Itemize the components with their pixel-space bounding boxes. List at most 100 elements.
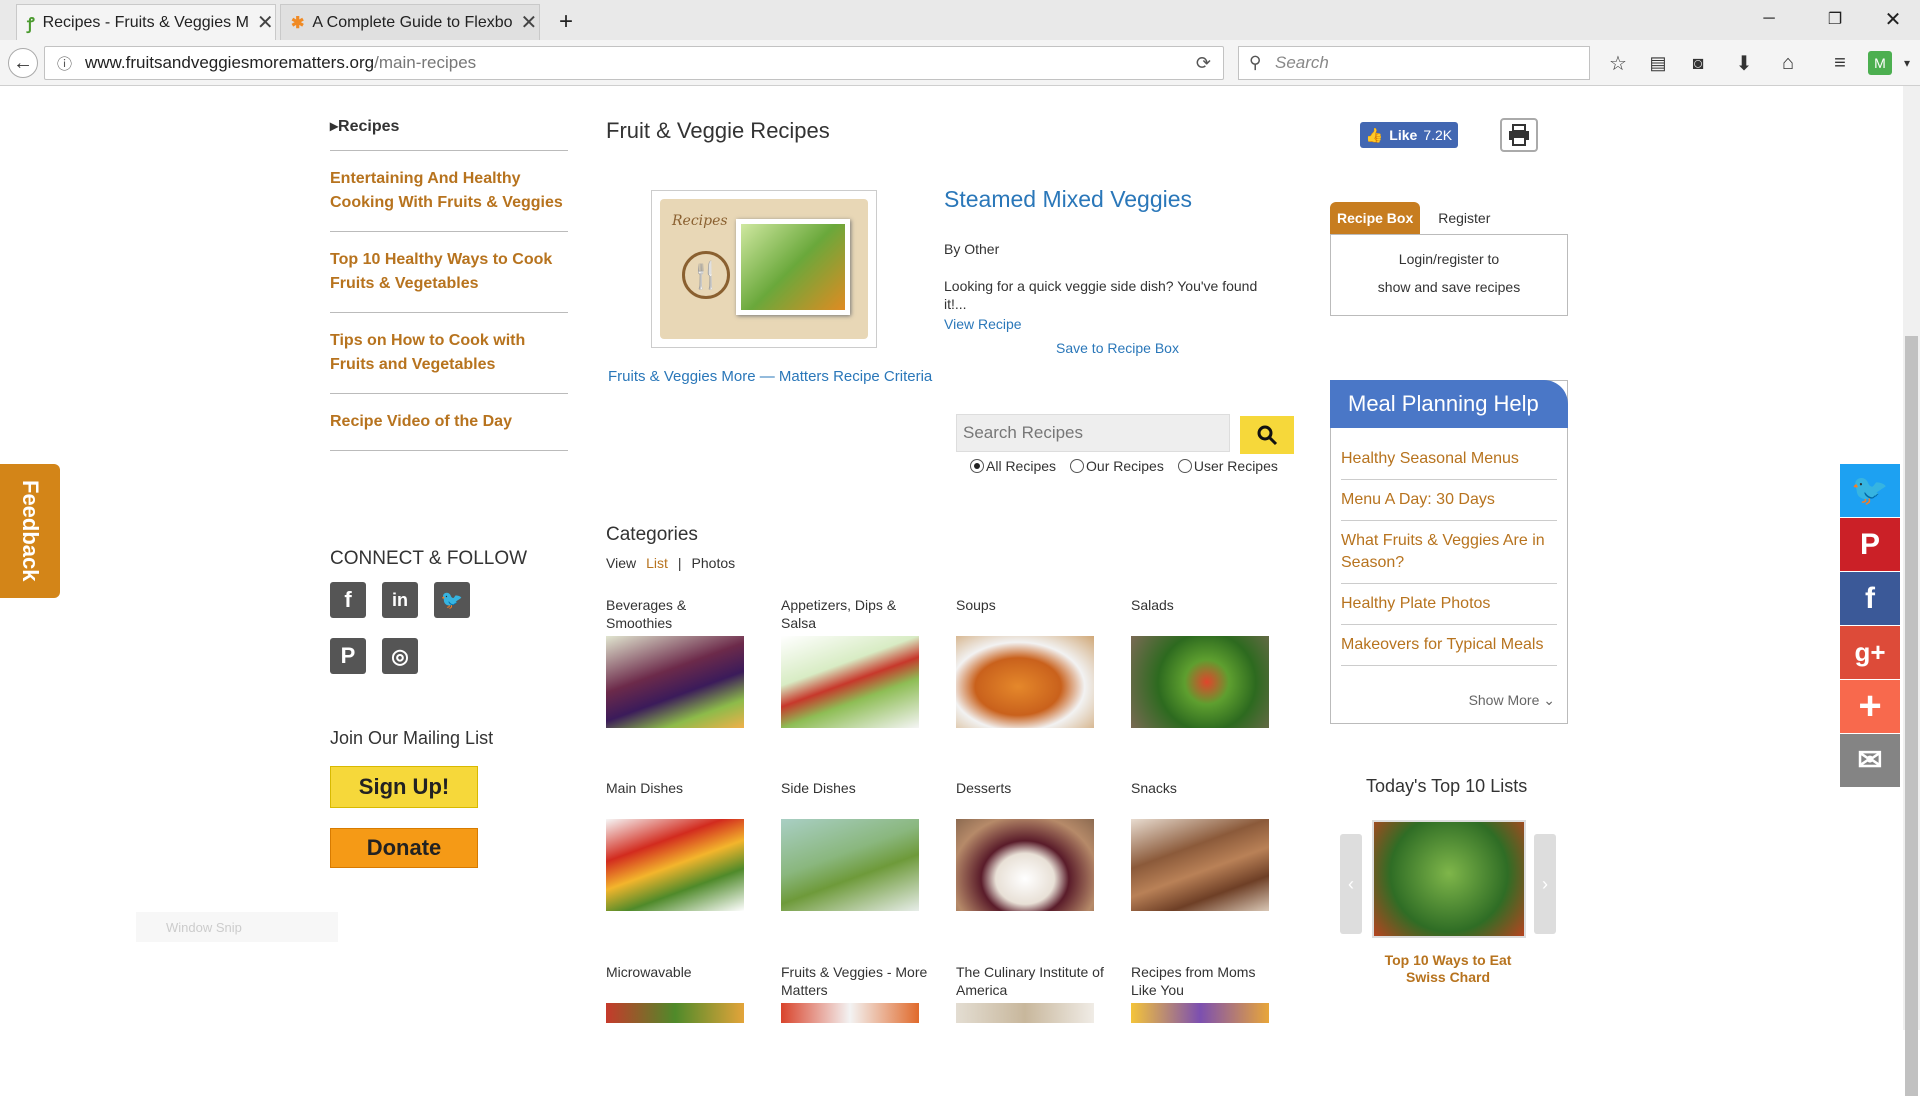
meal-planning-list: Healthy Seasonal Menus Menu A Day: 30 Da… [1341,439,1557,666]
reading-list-icon[interactable]: ▤ [1643,48,1673,78]
category-name: Fruits & Veggies - More Matters [781,964,928,998]
category-name: Side Dishes [781,780,856,796]
category-image [1131,819,1269,911]
pocket-icon[interactable]: ◙ [1683,48,1713,78]
nav-bar: ← ⓘ www.fruitsandveggiesmorematters.org /… [0,40,1920,86]
left-nav-item-top10[interactable]: Top 10 Healthy Ways to Cook Fruits & Veg… [330,232,568,313]
radio-label: User Recipes [1193,458,1278,474]
menu-icon[interactable]: ≡ [1825,48,1855,78]
bookmark-star-icon[interactable]: ☆ [1603,48,1633,78]
left-nav-item-entertaining[interactable]: Entertaining And Healthy Cooking With Fr… [330,151,568,232]
tab-flexbox[interactable]: ✱ A Complete Guide to Flexbo ✕ [280,4,540,40]
restore-icon[interactable]: ❐ [1812,4,1858,34]
category-culinary-institute[interactable]: The Culinary Institute of America [956,963,1106,1023]
url-bar[interactable]: ⓘ www.fruitsandveggiesmorematters.org/ma… [44,46,1224,80]
linkedin-icon[interactable]: in [382,582,418,618]
category-salads[interactable]: Salads [1131,596,1281,728]
share-twitter-icon[interactable]: 🐦 [1840,464,1900,518]
carousel-image[interactable] [1372,820,1526,938]
left-nav-head[interactable]: ▸Recipes [330,86,568,151]
meal-item-makeovers[interactable]: Makeovers for Typical Meals [1341,625,1557,666]
radio-user-recipes[interactable]: User Recipes [1177,458,1278,474]
save-to-recipe-box-link[interactable]: Save to Recipe Box [1056,340,1179,356]
category-name: Snacks [1131,780,1177,796]
category-main-dishes[interactable]: Main Dishes [606,779,756,911]
thumbs-up-icon: 👍 [1365,126,1384,143]
top10-caption[interactable]: Top 10 Ways to Eat Swiss Chard [1374,952,1522,986]
recipe-box-text-1[interactable]: Login/register to [1331,245,1567,273]
view-recipe-link[interactable]: View Recipe [944,316,1022,332]
extension-icon[interactable]: M [1868,51,1892,75]
category-name: Salads [1131,597,1174,613]
meal-item-plate-photos[interactable]: Healthy Plate Photos [1341,584,1557,625]
tab-recipe-box[interactable]: Recipe Box [1330,202,1421,234]
category-beverages[interactable]: Beverages & Smoothies [606,596,756,728]
facebook-icon[interactable]: f [330,582,366,618]
view-label: View [606,555,637,571]
print-button[interactable] [1500,118,1538,152]
recipe-criteria-link[interactable]: Fruits & Veggies More — Matters Recipe C… [608,368,932,385]
share-googleplus-icon[interactable]: g+ [1840,626,1900,680]
view-list-link[interactable]: List [646,555,668,571]
back-icon[interactable]: ← [8,48,38,78]
category-soups[interactable]: Soups [956,596,1106,728]
feedback-label: Feedback [18,480,43,582]
share-addthis-icon[interactable]: + [1840,680,1900,734]
feedback-tab[interactable]: Feedback [0,464,60,598]
instagram-icon[interactable]: ◎ [382,638,418,674]
url-path: /main-recipes [374,53,477,72]
pinterest-icon[interactable]: P [330,638,366,674]
category-appetizers[interactable]: Appetizers, Dips & Salsa [781,596,931,728]
meal-item-seasonal-menus[interactable]: Healthy Seasonal Menus [1341,439,1557,480]
radio-all-recipes[interactable]: All Recipes [970,458,1056,474]
meal-item-menu-a-day[interactable]: Menu A Day: 30 Days [1341,480,1557,521]
featured-recipe-image[interactable]: Recipes 🍴 [651,190,877,348]
show-more-button[interactable]: Show More ⌄ [1469,692,1555,709]
carousel-prev-icon[interactable]: ‹ [1340,834,1362,934]
share-pinterest-icon[interactable]: P [1840,518,1900,572]
share-email-icon[interactable]: ✉ [1840,734,1900,788]
close-tab-icon[interactable]: ✕ [257,10,274,35]
recipe-box-text-2[interactable]: show and save recipes [1331,273,1567,301]
category-name: Recipes from Moms Like You [1131,964,1256,998]
minimize-icon[interactable]: ─ [1746,4,1792,34]
close-window-icon[interactable]: ✕ [1870,4,1916,34]
search-icon: ⚲ [1249,53,1262,72]
category-microwavable[interactable]: Microwavable [606,963,756,1023]
twitter-icon[interactable]: 🐦 [434,582,470,618]
category-snacks[interactable]: Snacks [1131,779,1281,911]
facebook-like-button[interactable]: 👍 Like 7.2K [1360,122,1458,148]
close-tab-icon[interactable]: ✕ [521,10,538,35]
window-snip-overlay: Window Snip [136,912,338,942]
tab-recipes[interactable]: ꝭ Recipes - Fruits & Veggies M ✕ [16,4,276,40]
category-side-dishes[interactable]: Side Dishes [781,779,931,911]
category-desserts[interactable]: Desserts [956,779,1106,911]
chevron-down-icon[interactable]: ▾ [1892,48,1920,78]
category-moms[interactable]: Recipes from Moms Like You [1131,963,1281,1023]
meal-planning-head: Meal Planning Help [1330,380,1568,428]
carousel-next-icon[interactable]: › [1534,834,1556,934]
category-image [781,1003,919,1023]
left-nav-item-video[interactable]: Recipe Video of the Day [330,394,568,451]
meal-item-in-season[interactable]: What Fruits & Veggies Are in Season? [1341,521,1557,584]
radio-our-recipes[interactable]: Our Recipes [1070,458,1164,474]
browser-search-input[interactable]: ⚲ Search [1238,46,1590,80]
search-recipes-button[interactable] [1240,416,1294,454]
tab-register[interactable]: Register [1420,202,1497,234]
download-icon[interactable]: ⬇ [1729,48,1759,78]
left-nav-item-tips[interactable]: Tips on How to Cook with Fruits and Vege… [330,313,568,394]
new-tab-button[interactable]: + [546,4,586,40]
share-facebook-icon[interactable]: f [1840,572,1900,626]
donate-button[interactable]: Donate [330,828,478,868]
recipe-filter-radios: All Recipes Our Recipes User Recipes [970,458,1278,474]
category-name: Appetizers, Dips & Salsa [781,597,897,631]
category-fruits-veggies[interactable]: Fruits & Veggies - More Matters [781,963,931,1023]
info-icon[interactable]: ⓘ [57,53,72,74]
search-recipes-input[interactable]: Search Recipes [956,414,1230,452]
reload-icon[interactable]: ⟳ [1196,53,1211,74]
featured-recipe-title[interactable]: Steamed Mixed Veggies [944,186,1192,213]
view-photos-link[interactable]: Photos [692,555,736,571]
home-icon[interactable]: ⌂ [1773,48,1803,78]
signup-button[interactable]: Sign Up! [330,766,478,808]
view-separator: | [677,555,682,571]
